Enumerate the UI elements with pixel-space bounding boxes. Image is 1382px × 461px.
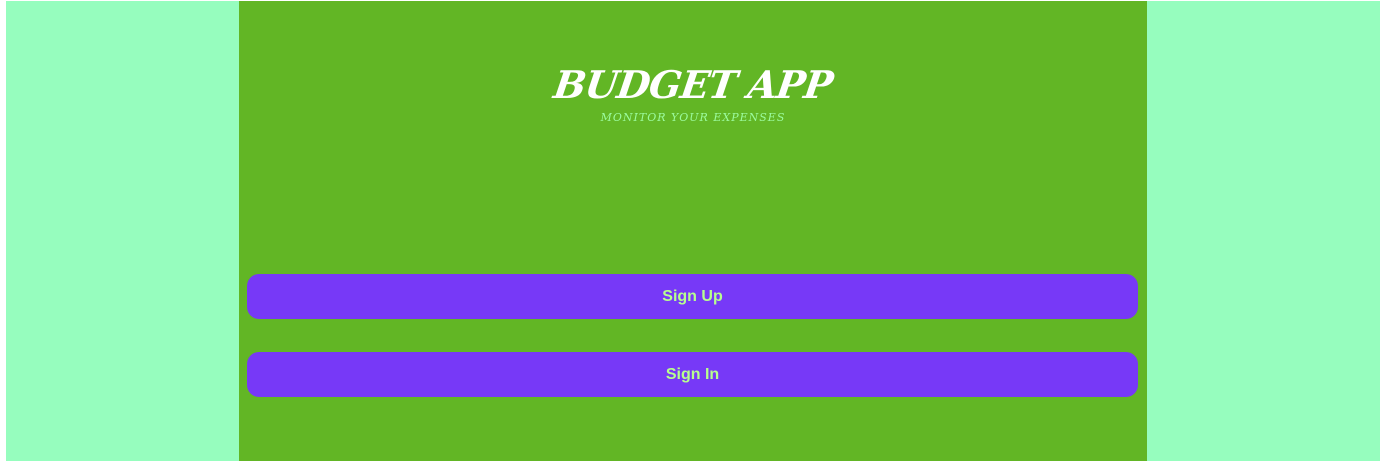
app-title: BUDGET APP	[551, 62, 836, 107]
sign-in-button[interactable]: Sign In	[247, 352, 1138, 397]
brand-header: BUDGET APP MONITOR YOUR EXPENSES	[239, 61, 1147, 125]
main-panel: BUDGET APP MONITOR YOUR EXPENSES Sign Up…	[239, 1, 1147, 461]
sign-up-button[interactable]: Sign Up	[247, 274, 1138, 319]
app-subtitle: MONITOR YOUR EXPENSES	[600, 111, 786, 124]
